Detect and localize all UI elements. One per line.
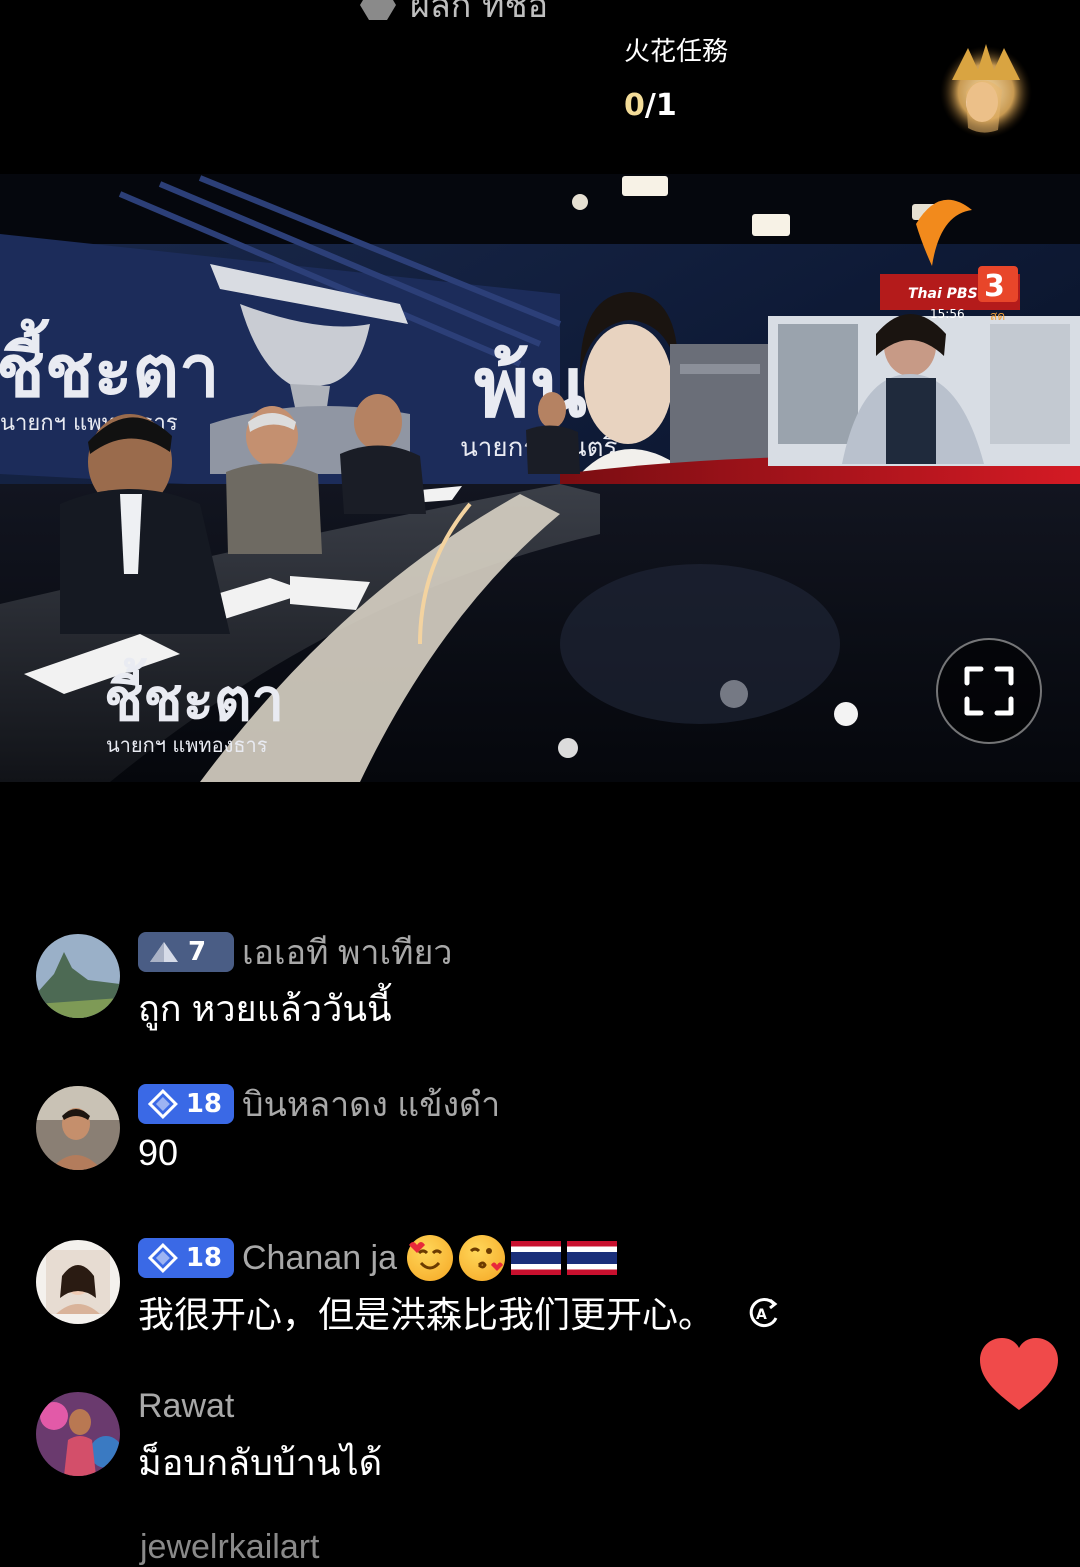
level-badge-number: 18 (185, 1089, 222, 1119)
bottom-cut-username: jewelrkailart (140, 1528, 320, 1566)
channel-number: 3 (984, 269, 1005, 304)
broadcast-time: 15:56 (930, 307, 965, 321)
comment-text: ถูก หวยแล้ววันนี้ (138, 988, 392, 1029)
spark-task-separator: / (644, 88, 656, 123)
fullscreen-icon (964, 666, 1014, 716)
pyramid-icon (150, 942, 178, 962)
screen-headline: พ้น (474, 338, 587, 436)
comment-text: 90 (138, 1132, 179, 1173)
comment-username[interactable]: Chanan ja (242, 1239, 397, 1278)
heart-icon (980, 1338, 1058, 1410)
comment-username[interactable]: Rawat (138, 1387, 234, 1426)
reward-avatar-icon[interactable] (938, 40, 1034, 140)
kiss-emoji-icon (459, 1235, 506, 1281)
spark-task-progress: 0/1 (624, 88, 728, 124)
level-badge-number: 18 (185, 1243, 222, 1273)
level-badge: 18 (138, 1238, 234, 1278)
top-cut-text-row: ผลัก ที่ชื่อ (360, 0, 548, 32)
show-logo-top: ชี้ชะตา (0, 318, 220, 413)
level-badge: 7 (138, 932, 234, 972)
comment-text-row: 我很开心，但是洪森比我们更开心。 A (138, 1286, 782, 1341)
hexagon-icon (360, 0, 396, 20)
person-avatar[interactable] (36, 1240, 120, 1324)
diamond-icon (148, 1089, 178, 1119)
channel-logo-text: Thai PBS (908, 286, 978, 302)
spark-task-current: 0 (624, 88, 645, 123)
show-logo-bottom: ชี้ชะตา (104, 658, 284, 734)
comment-header: 18 Chanan ja (138, 1235, 618, 1281)
channel-sub: สด (990, 309, 1005, 323)
translate-icon[interactable]: A (744, 1294, 782, 1341)
show-subtitle-bottom: นายกฯ แพทองธาร (106, 733, 268, 757)
fullscreen-button[interactable] (936, 638, 1042, 744)
level-badge: 18 (138, 1084, 234, 1124)
spark-task-total: 1 (655, 88, 677, 123)
thailand-flag-icon (511, 1241, 562, 1275)
person-avatar[interactable] (36, 1086, 120, 1170)
username-emoji-group (407, 1235, 618, 1281)
spark-task[interactable]: 火花任務 0/1 (624, 34, 728, 124)
landscape-avatar[interactable] (36, 934, 120, 1018)
comment-text: 我很开心，但是洪森比我们更开心。 (138, 1294, 715, 1335)
comment-header: 18 บินหลาดง แข้งดำ (138, 1082, 500, 1126)
comment-header: 7 เอเอที พาเทียว (138, 930, 453, 974)
video-player[interactable]: ชี้ชะตา นายกฯ แพทองธาร พ้น นายกรัฐมนตรี … (0, 174, 1080, 782)
level-badge-number: 7 (188, 937, 207, 967)
thailand-flag-icon (567, 1241, 618, 1275)
comment-text: ม็อบกลับบ้านได้ (138, 1442, 383, 1483)
person-avatar[interactable] (36, 1392, 120, 1476)
svg-text:A: A (756, 1307, 767, 1323)
smiling-hearts-emoji-icon (407, 1235, 454, 1281)
diamond-icon (148, 1243, 178, 1273)
comment-username[interactable]: บินหลาดง แข้งดำ (242, 1077, 500, 1131)
spark-task-title: 火花任務 (624, 37, 729, 67)
comment-username[interactable]: เอเอที พาเทียว (242, 925, 453, 979)
like-button[interactable] (978, 1336, 1060, 1412)
top-cut-text: ผลัก ที่ชื่อ (410, 0, 549, 26)
comment-header: Rawat (138, 1384, 234, 1428)
